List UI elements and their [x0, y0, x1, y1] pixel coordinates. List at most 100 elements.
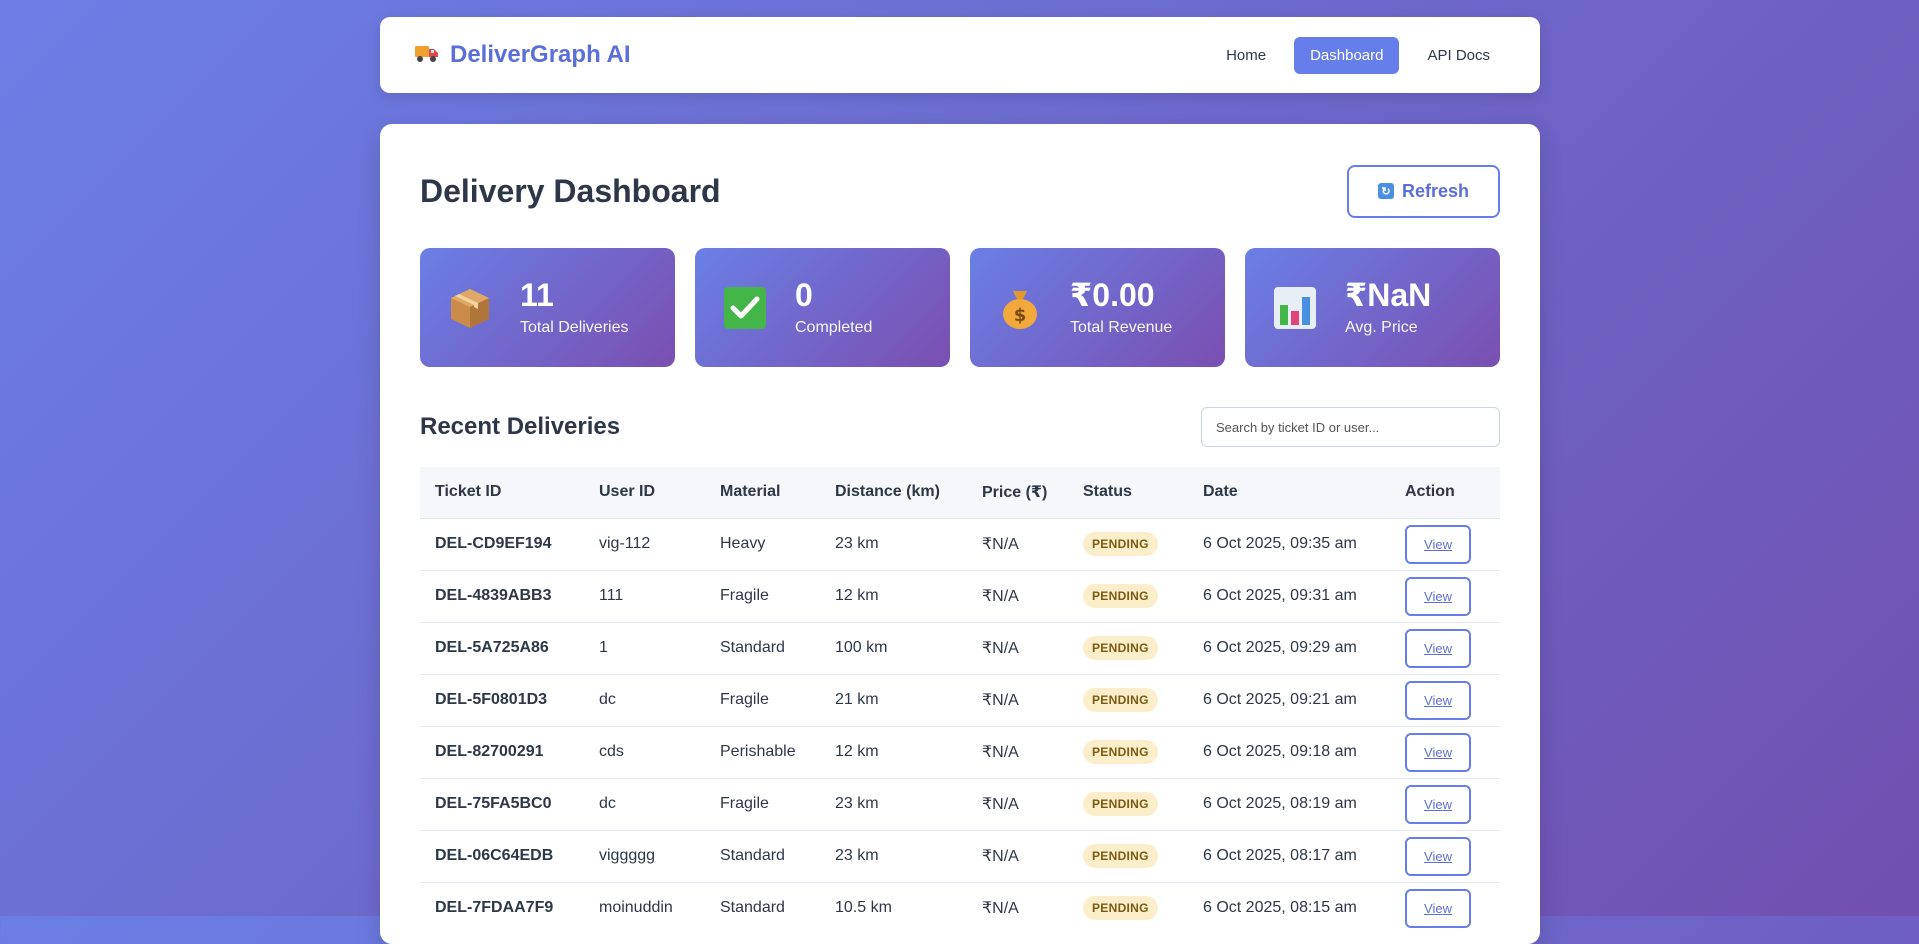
brand-name: DeliverGraph AI — [450, 41, 631, 68]
ticket-id: DEL-06C64EDB — [420, 829, 584, 882]
date: 6 Oct 2025, 08:15 am — [1188, 881, 1390, 934]
table-row: DEL-5F0801D3 dc Fragile 21 km ₹N/A PENDI… — [420, 673, 1500, 726]
material: Standard — [705, 621, 820, 674]
search-input[interactable] — [1201, 407, 1500, 447]
delivery-truck-icon — [414, 42, 440, 69]
table-header-row: Ticket ID User ID Material Distance (km)… — [420, 467, 1500, 518]
table-body: DEL-CD9EF194 vig-112 Heavy 23 km ₹N/A PE… — [420, 517, 1500, 934]
price: ₹N/A — [967, 673, 1068, 726]
stat-label: Total Revenue — [1070, 319, 1173, 337]
date: 6 Oct 2025, 09:35 am — [1188, 517, 1390, 570]
material: Fragile — [705, 569, 820, 622]
dashboard-card: Delivery Dashboard ↻ Refresh 11 Total De… — [380, 124, 1540, 944]
status-badge: PENDING — [1083, 636, 1158, 660]
date: 6 Oct 2025, 09:29 am — [1188, 621, 1390, 674]
price: ₹N/A — [967, 569, 1068, 622]
stat-avg-price: ₹NaN Avg. Price — [1245, 248, 1500, 367]
view-button[interactable]: View — [1405, 784, 1471, 824]
material: Fragile — [705, 777, 820, 830]
column-header: Date — [1203, 483, 1238, 501]
material: Heavy — [705, 517, 820, 570]
distance: 12 km — [820, 569, 967, 622]
user-id: dc — [584, 777, 705, 830]
refresh-button[interactable]: ↻ Refresh — [1347, 164, 1500, 218]
date: 6 Oct 2025, 09:21 am — [1188, 673, 1390, 726]
section-title: Recent Deliveries — [420, 413, 621, 440]
distance: 23 km — [820, 829, 967, 882]
price: ₹N/A — [967, 881, 1068, 934]
view-button[interactable]: View — [1405, 680, 1471, 720]
ticket-id: DEL-75FA5BC0 — [420, 777, 584, 830]
user-id: dc — [584, 673, 705, 726]
recent-deliveries-header: Recent Deliveries — [420, 407, 1500, 447]
column-header: Distance (km) — [835, 483, 940, 501]
nav-link-home[interactable]: Home — [1210, 37, 1282, 74]
bar-chart-icon — [1271, 284, 1319, 332]
svg-text:$: $ — [1014, 305, 1027, 326]
price: ₹N/A — [967, 777, 1068, 830]
table-row: DEL-75FA5BC0 dc Fragile 23 km ₹N/A PENDI… — [420, 777, 1500, 830]
page-title: Delivery Dashboard — [420, 172, 721, 209]
date: 6 Oct 2025, 08:17 am — [1188, 829, 1390, 882]
view-button[interactable]: View — [1405, 836, 1471, 876]
stat-total-revenue: $ ₹0.00 Total Revenue — [970, 248, 1225, 367]
view-button[interactable]: View — [1405, 576, 1471, 616]
money-bag-icon: $ — [996, 284, 1044, 332]
ticket-id: DEL-7FDAA7F9 — [420, 881, 584, 934]
material: Fragile — [705, 673, 820, 726]
user-id: 1 — [584, 621, 705, 674]
price: ₹N/A — [967, 725, 1068, 778]
dashboard-header: Delivery Dashboard ↻ Refresh — [420, 164, 1500, 218]
stat-value: 11 — [520, 276, 554, 313]
date: 6 Oct 2025, 09:31 am — [1188, 569, 1390, 622]
user-id: cds — [584, 725, 705, 778]
check-icon — [721, 284, 769, 332]
view-button[interactable]: View — [1405, 732, 1471, 772]
stat-label: Completed — [795, 319, 873, 337]
stat-label: Avg. Price — [1345, 319, 1418, 337]
refresh-label: Refresh — [1401, 180, 1470, 201]
stat-total-deliveries: 11 Total Deliveries — [420, 248, 675, 367]
stat-value: ₹0.00 — [1070, 276, 1155, 313]
view-button[interactable]: View — [1405, 888, 1471, 928]
material: Perishable — [705, 725, 820, 778]
status-badge: PENDING — [1083, 896, 1158, 921]
status-badge: PENDING — [1083, 584, 1158, 608]
ticket-id: DEL-82700291 — [420, 725, 584, 778]
status-badge: PENDING — [1083, 844, 1158, 868]
column-header: User ID — [599, 483, 656, 501]
table-row: DEL-5A725A86 1 Standard 100 km ₹N/A PEND… — [420, 621, 1500, 674]
table-row: DEL-82700291 cds Perishable 12 km ₹N/A P… — [420, 725, 1500, 778]
ticket-id: DEL-5F0801D3 — [420, 673, 584, 726]
price: ₹N/A — [967, 517, 1068, 570]
user-id: moinuddin — [584, 881, 705, 934]
brand[interactable]: DeliverGraph AI — [414, 41, 631, 69]
distance: 100 km — [820, 621, 967, 674]
stat-label: Total Deliveries — [520, 319, 629, 337]
user-id: vig-112 — [584, 517, 705, 570]
user-id: 111 — [584, 569, 705, 622]
distance: 21 km — [820, 673, 967, 726]
column-header: Ticket ID — [435, 483, 502, 501]
view-button[interactable]: View — [1405, 524, 1471, 564]
date: 6 Oct 2025, 09:18 am — [1188, 725, 1390, 778]
ticket-id: DEL-CD9EF194 — [420, 517, 584, 570]
column-header: Action — [1405, 483, 1455, 501]
status-badge: PENDING — [1083, 532, 1158, 556]
stat-completed: 0 Completed — [695, 248, 950, 367]
distance: 12 km — [820, 725, 967, 778]
package-icon — [446, 284, 494, 332]
nav-link-dashboard[interactable]: Dashboard — [1294, 36, 1400, 74]
material: Standard — [705, 881, 820, 934]
refresh-icon: ↻ — [1377, 183, 1394, 199]
nav-link-api-docs[interactable]: API Docs — [1411, 37, 1506, 74]
column-header: Price (₹) — [982, 484, 1048, 502]
user-id: viggggg — [584, 829, 705, 882]
date: 6 Oct 2025, 08:19 am — [1188, 777, 1390, 830]
ticket-id: DEL-5A725A86 — [420, 621, 584, 674]
distance: 23 km — [820, 517, 967, 570]
view-button[interactable]: View — [1405, 628, 1471, 668]
ticket-id: DEL-4839ABB3 — [420, 569, 584, 622]
status-badge: PENDING — [1083, 740, 1158, 764]
stat-value: 0 — [795, 276, 813, 313]
